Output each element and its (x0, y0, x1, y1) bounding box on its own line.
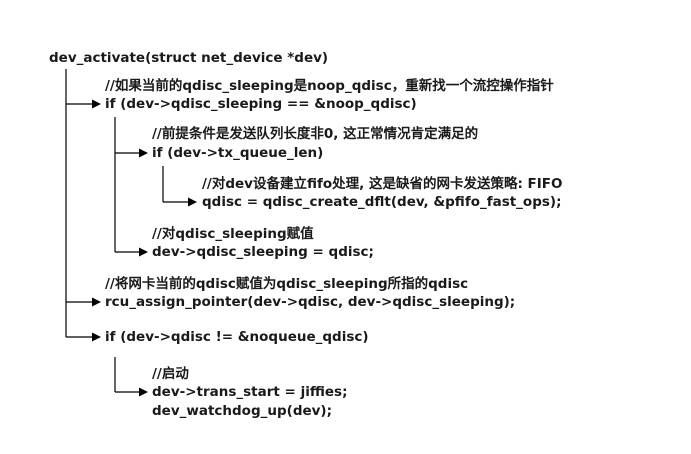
comment-rcu: //将网卡当前的qdisc赋值为qdisc_sleeping所指的qdisc (105, 276, 469, 292)
dev-watchdog-up: dev_watchdog_up(dev); (152, 403, 333, 419)
comment-precondition: //前提条件是发送队列长度非0, 这正常情况肯定满足的 (152, 126, 479, 142)
arrow-if-noop (92, 99, 101, 109)
if-tx-queue-len: if (dev->tx_queue_len) (152, 145, 324, 161)
root-function: dev_activate(struct net_device *dev) (49, 50, 329, 66)
comment-fifo: //对dev设备建立fifo处理, 这是缺省的网卡发送策略: FIFO (202, 176, 563, 192)
rcu-assign-pointer: rcu_assign_pointer(dev->qdisc, dev->qdis… (105, 294, 516, 310)
call-flow-diagram: dev_activate(struct net_device *dev) //如… (0, 0, 691, 454)
arrow-assign (139, 247, 148, 257)
arrow-create (188, 197, 197, 207)
arrow-trans (139, 387, 148, 397)
assign-qdisc-sleeping: dev->qdisc_sleeping = qdisc; (152, 244, 374, 260)
arrow-if-txq (139, 148, 148, 158)
if-noop-qdisc: if (dev->qdisc_sleeping == &noop_qdisc) (105, 96, 417, 112)
trans-start-assign: dev->trans_start = jiffies; (152, 384, 348, 400)
if-noqueue-qdisc: if (dev->qdisc != &noqueue_qdisc) (105, 329, 369, 345)
qdisc-create-dflt: qdisc = qdisc_create_dflt(dev, &pfifo_fa… (202, 194, 562, 210)
arrow-if-noqueue (92, 332, 101, 342)
comment-assign: //对qdisc_sleeping赋值 (152, 226, 314, 242)
arrow-rcu (92, 297, 101, 307)
comment-noop: //如果当前的qdisc_sleeping是noop_qdisc，重新找一个流控… (105, 78, 554, 94)
comment-start: //启动 (152, 366, 189, 382)
